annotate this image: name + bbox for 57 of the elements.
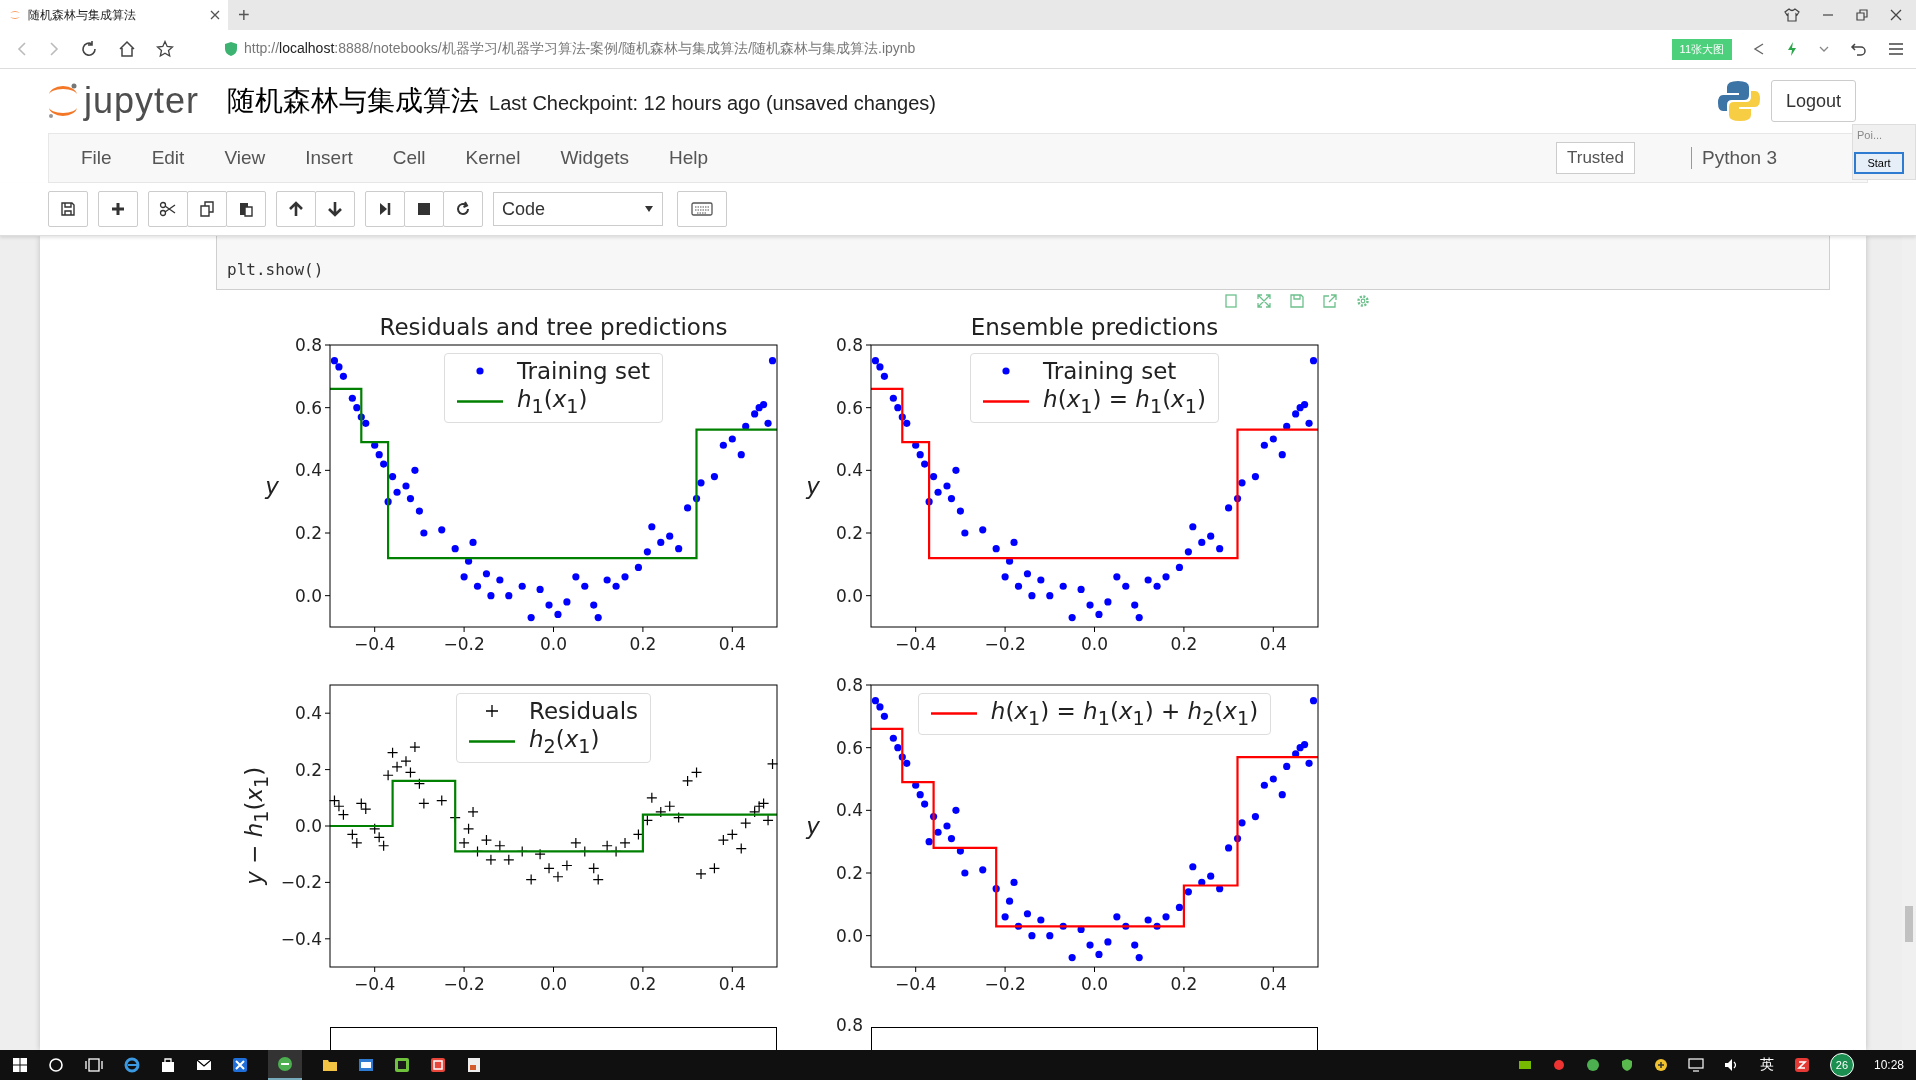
chart-title: Residuals and tree predictions [379, 314, 728, 340]
legend-label: Training set [1043, 358, 1177, 384]
tick-label: −0.2 [443, 634, 485, 654]
code-text: plt.show() [227, 260, 324, 279]
tick-label: 0.2 [629, 634, 657, 654]
tick-label: 0.4 [718, 634, 746, 654]
tick-label: 0.0 [835, 585, 863, 606]
tick-label: 0.0 [540, 974, 567, 994]
tick-label: 0.0 [294, 816, 322, 836]
tick-label: 0.4 [835, 800, 863, 821]
legend-label: h$_{2}$(x$_{1}$) [528, 726, 600, 758]
chart-title: Ensemble predictions [970, 314, 1219, 340]
tick-label: 0.2 [294, 523, 322, 543]
popup-title: Poi... [1857, 129, 1883, 141]
legend-label: h$_{1}$(x$_{1}$) [516, 386, 588, 418]
tick-label: 0.0 [1081, 634, 1108, 654]
kernel-name: Python 3 [1691, 147, 1777, 169]
tick-label: 0.4 [835, 460, 863, 481]
tick-label: 0.0 [835, 925, 863, 946]
tick-label: −0.4 [280, 928, 322, 949]
tick-label: 0.2 [835, 523, 863, 543]
tick-label: 0.8 [835, 335, 863, 355]
tick-label: 0.6 [835, 397, 863, 418]
tick-label: −0.4 [895, 974, 937, 994]
tick-label: 0.8 [835, 675, 863, 695]
tick-label: 0.4 [1259, 974, 1287, 994]
tick-label: 0.0 [1081, 974, 1108, 994]
tick-label: −0.2 [443, 974, 485, 994]
tick-label: 0.2 [835, 863, 863, 883]
tick-label: 0.8 [835, 1015, 863, 1035]
tick-label: 0.4 [294, 703, 322, 724]
tick-label: −0.2 [984, 974, 1026, 994]
tick-label: 0.4 [1259, 634, 1287, 654]
tick-label: 0.2 [1170, 974, 1198, 994]
tick-label: 0.4 [294, 460, 322, 481]
axis-label: y [806, 813, 820, 839]
tick-label: 0.2 [294, 759, 322, 780]
tick-label: −0.2 [280, 872, 322, 893]
tick-label: 0.2 [1170, 634, 1198, 654]
axis-label: y [265, 473, 279, 499]
tick-label: 0.4 [718, 974, 746, 994]
checkpoint-status: Last Checkpoint: 12 hours ago (unsaved changes) [489, 91, 936, 115]
legend-label: Residuals [528, 698, 639, 724]
tick-label: 0.0 [294, 585, 322, 606]
axis-label: y [806, 473, 820, 499]
tick-label: −0.4 [354, 634, 396, 654]
tick-label: 0.8 [294, 335, 322, 355]
tick-label: −0.4 [354, 974, 396, 994]
tick-label: 0.0 [540, 634, 567, 654]
tick-label: 0.6 [835, 737, 863, 758]
tick-label: 0.6 [294, 397, 322, 418]
tick-label: −0.4 [895, 634, 937, 654]
legend-label: Training set [516, 358, 651, 384]
legend-label: h(x$_{1}$) = h$_{1}$(x$_{1}$) [1043, 386, 1206, 418]
legend-label: h(x$_{1}$) = h$_{1}$(x$_{1}$) + h$_{2}$(x$_{1}$) [990, 698, 1259, 730]
tick-label: −0.2 [984, 634, 1026, 654]
tick-label: 0.2 [629, 974, 657, 994]
